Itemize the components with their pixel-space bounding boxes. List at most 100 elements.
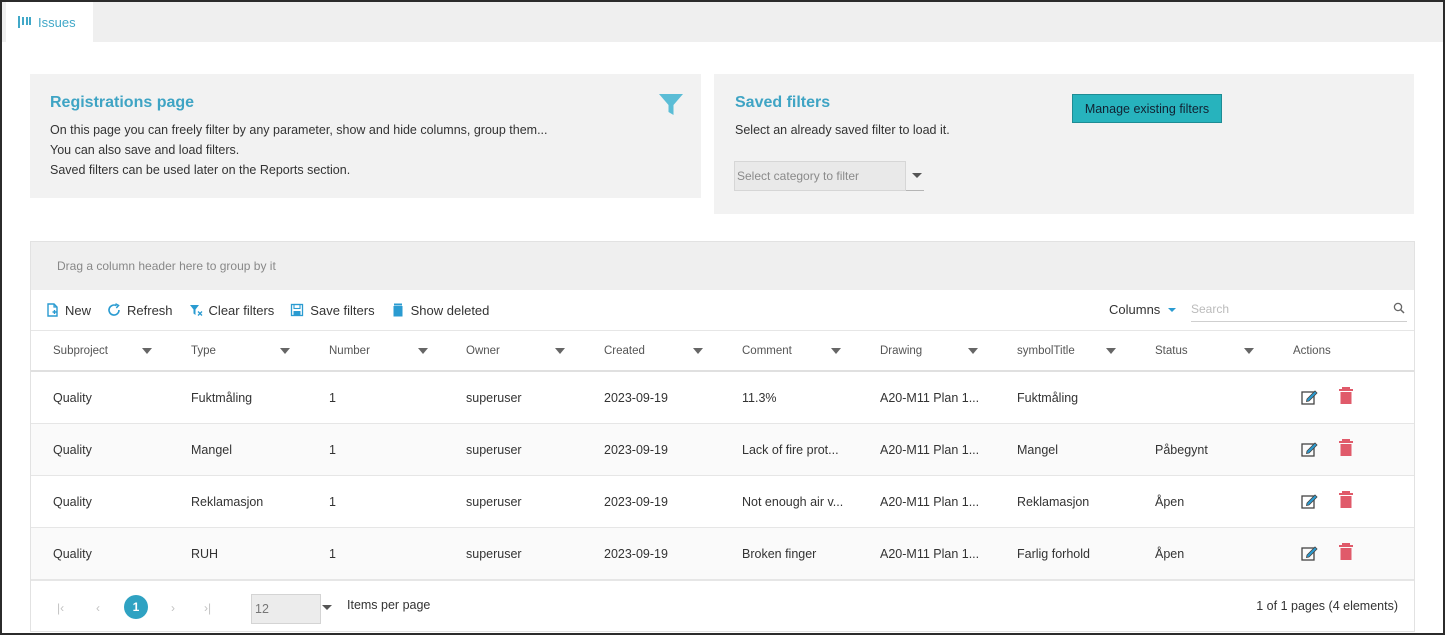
delete-icon[interactable] (1339, 543, 1353, 560)
next-page-button[interactable]: › (171, 601, 175, 615)
page-size-select[interactable]: 12 (251, 594, 321, 624)
cell-number: 1 (329, 547, 336, 561)
search-input[interactable] (1191, 301, 1381, 316)
registrations-line: You can also save and load filters. (50, 143, 240, 157)
cell-number: 1 (329, 443, 336, 457)
table-row[interactable]: Quality Reklamasjon 1 superuser 2023-09-… (31, 476, 1414, 528)
table-row[interactable]: Quality Mangel 1 superuser 2023-09-19 La… (31, 424, 1414, 476)
edit-icon[interactable] (1301, 441, 1319, 458)
previous-page-button[interactable]: ‹ (96, 601, 100, 615)
tab-issues[interactable]: Issues (6, 2, 93, 42)
cell-drawing: A20-M11 Plan 1... (880, 495, 980, 509)
grid-search[interactable] (1191, 296, 1407, 322)
cell-owner: superuser (466, 547, 522, 561)
cell-number: 1 (329, 495, 336, 509)
new-button[interactable]: New (45, 303, 91, 318)
first-page-button[interactable]: |‹ (57, 601, 64, 615)
column-filter-icon[interactable] (831, 348, 841, 354)
column-filter-icon[interactable] (555, 348, 565, 354)
refresh-button[interactable]: Refresh (107, 303, 173, 318)
save-filters-button[interactable]: Save filters (290, 302, 375, 318)
cell-type: RUH (191, 547, 219, 561)
column-filter-icon[interactable] (418, 348, 428, 354)
chevron-down-icon[interactable] (912, 173, 922, 178)
edit-icon[interactable] (1301, 493, 1319, 510)
cell-created: 2023-09-19 (604, 547, 668, 561)
saved-filters-subtitle: Select an already saved filter to load i… (735, 123, 950, 137)
issues-icon (18, 16, 32, 28)
column-header-subproject[interactable]: Subproject (53, 331, 108, 371)
column-filter-icon[interactable] (693, 348, 703, 354)
column-header-drawing[interactable]: Drawing (880, 331, 922, 371)
edit-icon[interactable] (1301, 389, 1319, 406)
group-drop-area[interactable]: Drag a column header here to group by it (31, 242, 1414, 290)
refresh-icon (107, 303, 121, 317)
page-number-current[interactable]: 1 (124, 595, 148, 619)
save-filters-label: Save filters (310, 302, 375, 318)
cell-created: 2023-09-19 (604, 495, 668, 509)
cell-subproject: Quality (53, 443, 92, 457)
cell-subproject: Quality (53, 547, 92, 561)
cell-owner: superuser (466, 495, 522, 509)
column-header-type[interactable]: Type (191, 331, 216, 371)
category-select-value[interactable]: Select category to filter (734, 160, 906, 191)
delete-icon[interactable] (1339, 491, 1353, 508)
cell-drawing: A20-M11 Plan 1... (880, 443, 980, 457)
column-filter-icon[interactable] (968, 348, 978, 354)
column-header-symboltitle[interactable]: symbolTitle (1017, 331, 1075, 371)
grid-header: Subproject Type Number Owner Created Com… (31, 330, 1414, 372)
table-row[interactable]: Quality Fuktmåling 1 superuser 2023-09-1… (31, 372, 1414, 424)
registrations-title: Registrations page (50, 94, 195, 111)
delete-icon[interactable] (1339, 439, 1353, 456)
clear-filters-label: Clear filters (208, 302, 275, 318)
cell-type: Fuktmåling (191, 391, 253, 405)
registrations-line: On this page you can freely filter by an… (50, 123, 548, 137)
search-icon[interactable] (1393, 302, 1405, 317)
column-filter-icon[interactable] (142, 348, 152, 354)
cell-symboltitle: Mangel (1017, 443, 1058, 457)
chevron-down-icon (1168, 307, 1177, 312)
column-header-actions: Actions (1293, 345, 1331, 357)
cell-type: Mangel (191, 443, 232, 457)
trash-icon (391, 303, 405, 317)
columns-menu-button[interactable]: Columns (1109, 302, 1177, 317)
delete-icon[interactable] (1339, 387, 1353, 404)
cell-comment: Not enough air v... (742, 495, 844, 509)
filter-icon (658, 92, 684, 118)
show-deleted-button[interactable]: Show deleted (391, 302, 490, 318)
cell-comment: 11.3% (742, 391, 777, 405)
saved-filters-title: Saved filters (735, 94, 831, 111)
cell-owner: superuser (466, 391, 522, 405)
edit-icon[interactable] (1301, 545, 1319, 562)
clear-filter-icon (189, 303, 203, 317)
cell-created: 2023-09-19 (604, 391, 668, 405)
pager-info: 1 of 1 pages (4 elements) (1256, 599, 1398, 613)
issues-grid: Drag a column header here to group by it… (30, 241, 1415, 632)
save-icon (290, 303, 304, 317)
column-filter-icon[interactable] (1244, 348, 1254, 354)
category-select[interactable]: Select category to filter (734, 160, 924, 191)
column-header-comment[interactable]: Comment (742, 331, 792, 371)
column-header-owner[interactable]: Owner (466, 331, 500, 371)
registrations-description: On this page you can freely filter by an… (50, 120, 548, 180)
manage-filters-button[interactable]: Manage existing filters (1072, 94, 1222, 123)
saved-filters-panel: Saved filters Select an already saved fi… (714, 74, 1414, 214)
chevron-down-icon[interactable] (322, 605, 332, 610)
cell-number: 1 (329, 391, 336, 405)
column-header-status[interactable]: Status (1155, 331, 1188, 371)
column-header-number[interactable]: Number (329, 331, 370, 371)
cell-created: 2023-09-19 (604, 443, 668, 457)
column-filter-icon[interactable] (1106, 348, 1116, 354)
registrations-panel: Registrations page On this page you can … (30, 74, 701, 198)
column-header-created[interactable]: Created (604, 331, 645, 371)
clear-filters-button[interactable]: Clear filters (189, 302, 275, 318)
cell-status: Påbegynt (1155, 443, 1208, 457)
cell-symboltitle: Farlig forhold (1017, 547, 1090, 561)
tab-strip: Issues (2, 2, 1443, 42)
show-deleted-label: Show deleted (410, 302, 490, 318)
cell-type: Reklamasjon (191, 495, 264, 509)
table-row[interactable]: Quality RUH 1 superuser 2023-09-19 Broke… (31, 528, 1414, 580)
column-filter-icon[interactable] (280, 348, 290, 354)
last-page-button[interactable]: ›| (204, 601, 211, 615)
cell-comment: Broken finger (742, 547, 817, 561)
